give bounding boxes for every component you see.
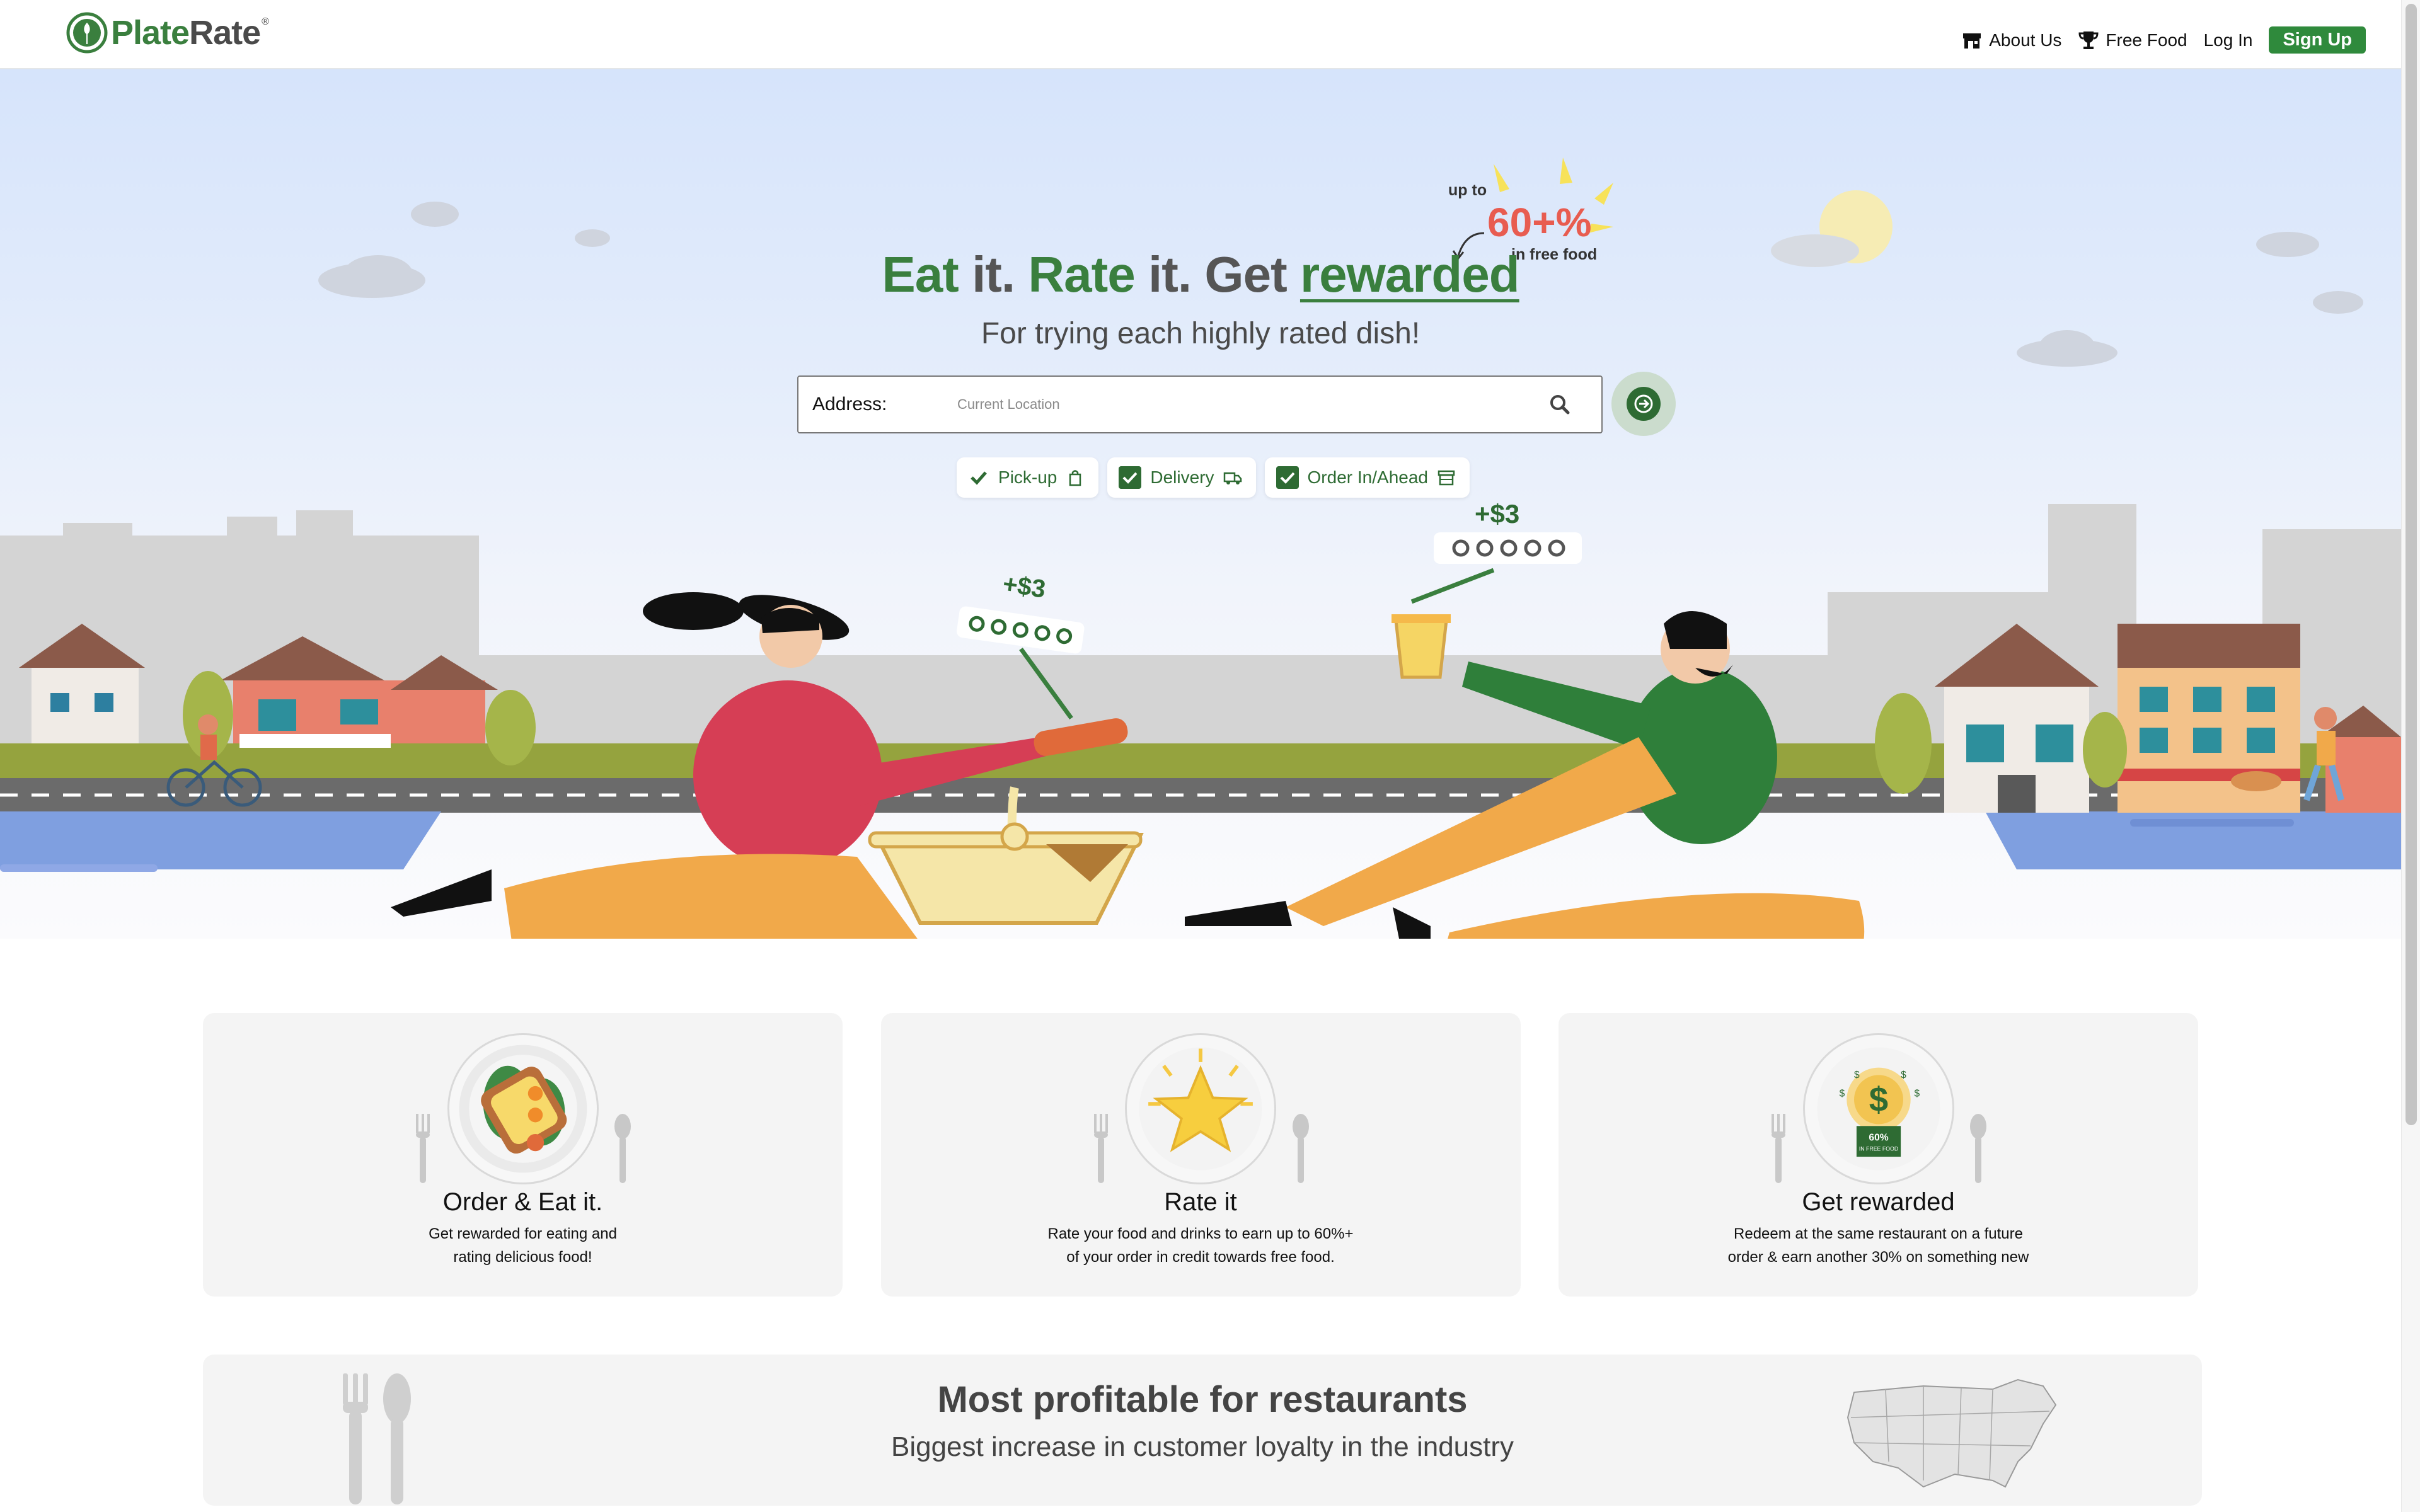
toast-dish-icon [459,1045,587,1173]
order-type-options: Pick-up Delivery Order In/Ahead [0,457,2401,498]
step-card-rate: Rate it Rate your food and drinks to ear… [880,1013,1521,1297]
svg-text:$: $ [1901,1070,1906,1080]
brand-name-rate: Rate [189,14,261,52]
option-order-in-ahead[interactable]: Order In/Ahead [1264,457,1470,498]
svg-text:$: $ [1869,1080,1887,1119]
nav-login[interactable]: Log In [2204,30,2253,50]
fork-icon [1093,1114,1108,1183]
hero-headline: Eat it. Rate it. Get rewarded [0,246,2401,304]
rating-tag-left [957,606,1085,654]
star-image [1125,1033,1276,1184]
promo-up-to: up to [1448,181,1487,199]
rating-tag-right [1434,532,1582,564]
star-icon [1139,1047,1262,1171]
step-description: Redeem at the same restaurant on a futur… [1727,1225,2029,1266]
plate-logo-icon [66,12,108,54]
registered-mark: ® [262,16,269,27]
nav-free-food-label: Free Food [2106,30,2187,50]
shopping-bag-icon [1069,470,1081,486]
step-card-get-rewarded: $ 60% IN FREE FOOD $ $ $ $ Get rewarded … [1559,1013,2198,1297]
us-map-icon [1847,1378,2057,1488]
knife-icon [614,1114,631,1183]
step-card-order-eat: Order & Eat it. Get rewarded for eating … [203,1013,843,1297]
headline-rewarded-link[interactable]: rewarded [1300,246,1520,302]
nav-login-label: Log In [2203,30,2253,50]
nav-about-us-label: About Us [1989,30,2062,50]
option-delivery-label: Delivery [1150,467,1214,487]
platerate-logo[interactable]: PlateRate ® [66,11,269,54]
step-title: Rate it [1164,1188,1237,1216]
hero-section: +$3 +$3 up to 60+% in free food Eat it. … [0,69,2401,939]
fork-icon [416,1114,430,1183]
plate-image [447,1033,599,1184]
badge-free-food: IN FREE FOOD [1858,1145,1898,1152]
search-go-button[interactable] [1611,372,1676,436]
headline-it: it. [972,246,1015,302]
trophy-icon [2078,31,2099,49]
knife-icon [1292,1114,1309,1183]
promo-percentage: 60+% [1487,200,1592,245]
knife-icon [1970,1114,1986,1183]
address-search-bar: Address: [797,375,1603,433]
hero-subheading: For trying each highly rated dish! [981,317,1420,350]
option-pickup[interactable]: Pick-up [957,457,1099,498]
top-navbar: PlateRate ® About Us Free Food Log In Si… [0,0,2401,69]
rating-tag-right-text: +$3 [1475,499,1519,529]
storefront-icon [1438,470,1455,486]
option-pickup-label: Pick-up [998,467,1057,487]
step-title: Get rewarded [1802,1188,1955,1216]
search-icon[interactable] [1547,392,1572,417]
svg-text:$: $ [1839,1089,1845,1099]
scrollbar-thumb[interactable] [2406,4,2417,1125]
nav-free-food[interactable]: Free Food [2078,30,2187,51]
headline-it-get: it. Get [1148,246,1288,302]
arrow-right-icon [1634,394,1653,413]
restaurants-banner: Most profitable for restaurants Biggest … [203,1354,2202,1506]
fork-icon [1772,1114,1785,1183]
option-delivery[interactable]: Delivery [1107,457,1256,498]
drink-cup [1392,614,1451,679]
svg-text:$: $ [1914,1089,1920,1099]
checkbox-checked-icon [1276,466,1299,489]
delivery-truck-icon [1223,472,1242,484]
check-icon [971,471,987,485]
signup-button[interactable]: Sign Up [2269,26,2366,54]
badge-percent: 60% [1869,1133,1888,1143]
brand-name-plate: Plate [111,14,190,52]
headline-rate: Rate [1028,246,1135,302]
step-description: Rate your food and drinks to earn up to … [1047,1225,1354,1266]
address-label: Address: [812,394,887,415]
coin-image: $ 60% IN FREE FOOD $ $ $ $ [1802,1033,1954,1184]
address-input[interactable] [957,396,1547,413]
storefront-icon [1963,33,1981,49]
how-it-works-steps: Order & Eat it. Get rewarded for eating … [203,1013,2198,1297]
rating-tag-left-text: +$3 [1001,570,1047,604]
step-description: Get rewarded for eating and rating delic… [429,1225,617,1266]
page-scrollbar[interactable] [2401,0,2420,1512]
main-nav: About Us Free Food Log In Sign Up [1961,26,2366,54]
step-title: Order & Eat it. [442,1188,603,1216]
checkbox-checked-icon [1119,466,1142,489]
nav-about-us[interactable]: About Us [1961,30,2061,51]
picnic-illustration: +$3 +$3 [0,158,2401,939]
headline-eat: Eat [882,246,959,302]
option-order-in-ahead-label: Order In/Ahead [1307,467,1428,487]
svg-text:$: $ [1854,1070,1860,1080]
dollar-coin-icon: $ 60% IN FREE FOOD $ $ $ $ [1817,1047,1940,1171]
